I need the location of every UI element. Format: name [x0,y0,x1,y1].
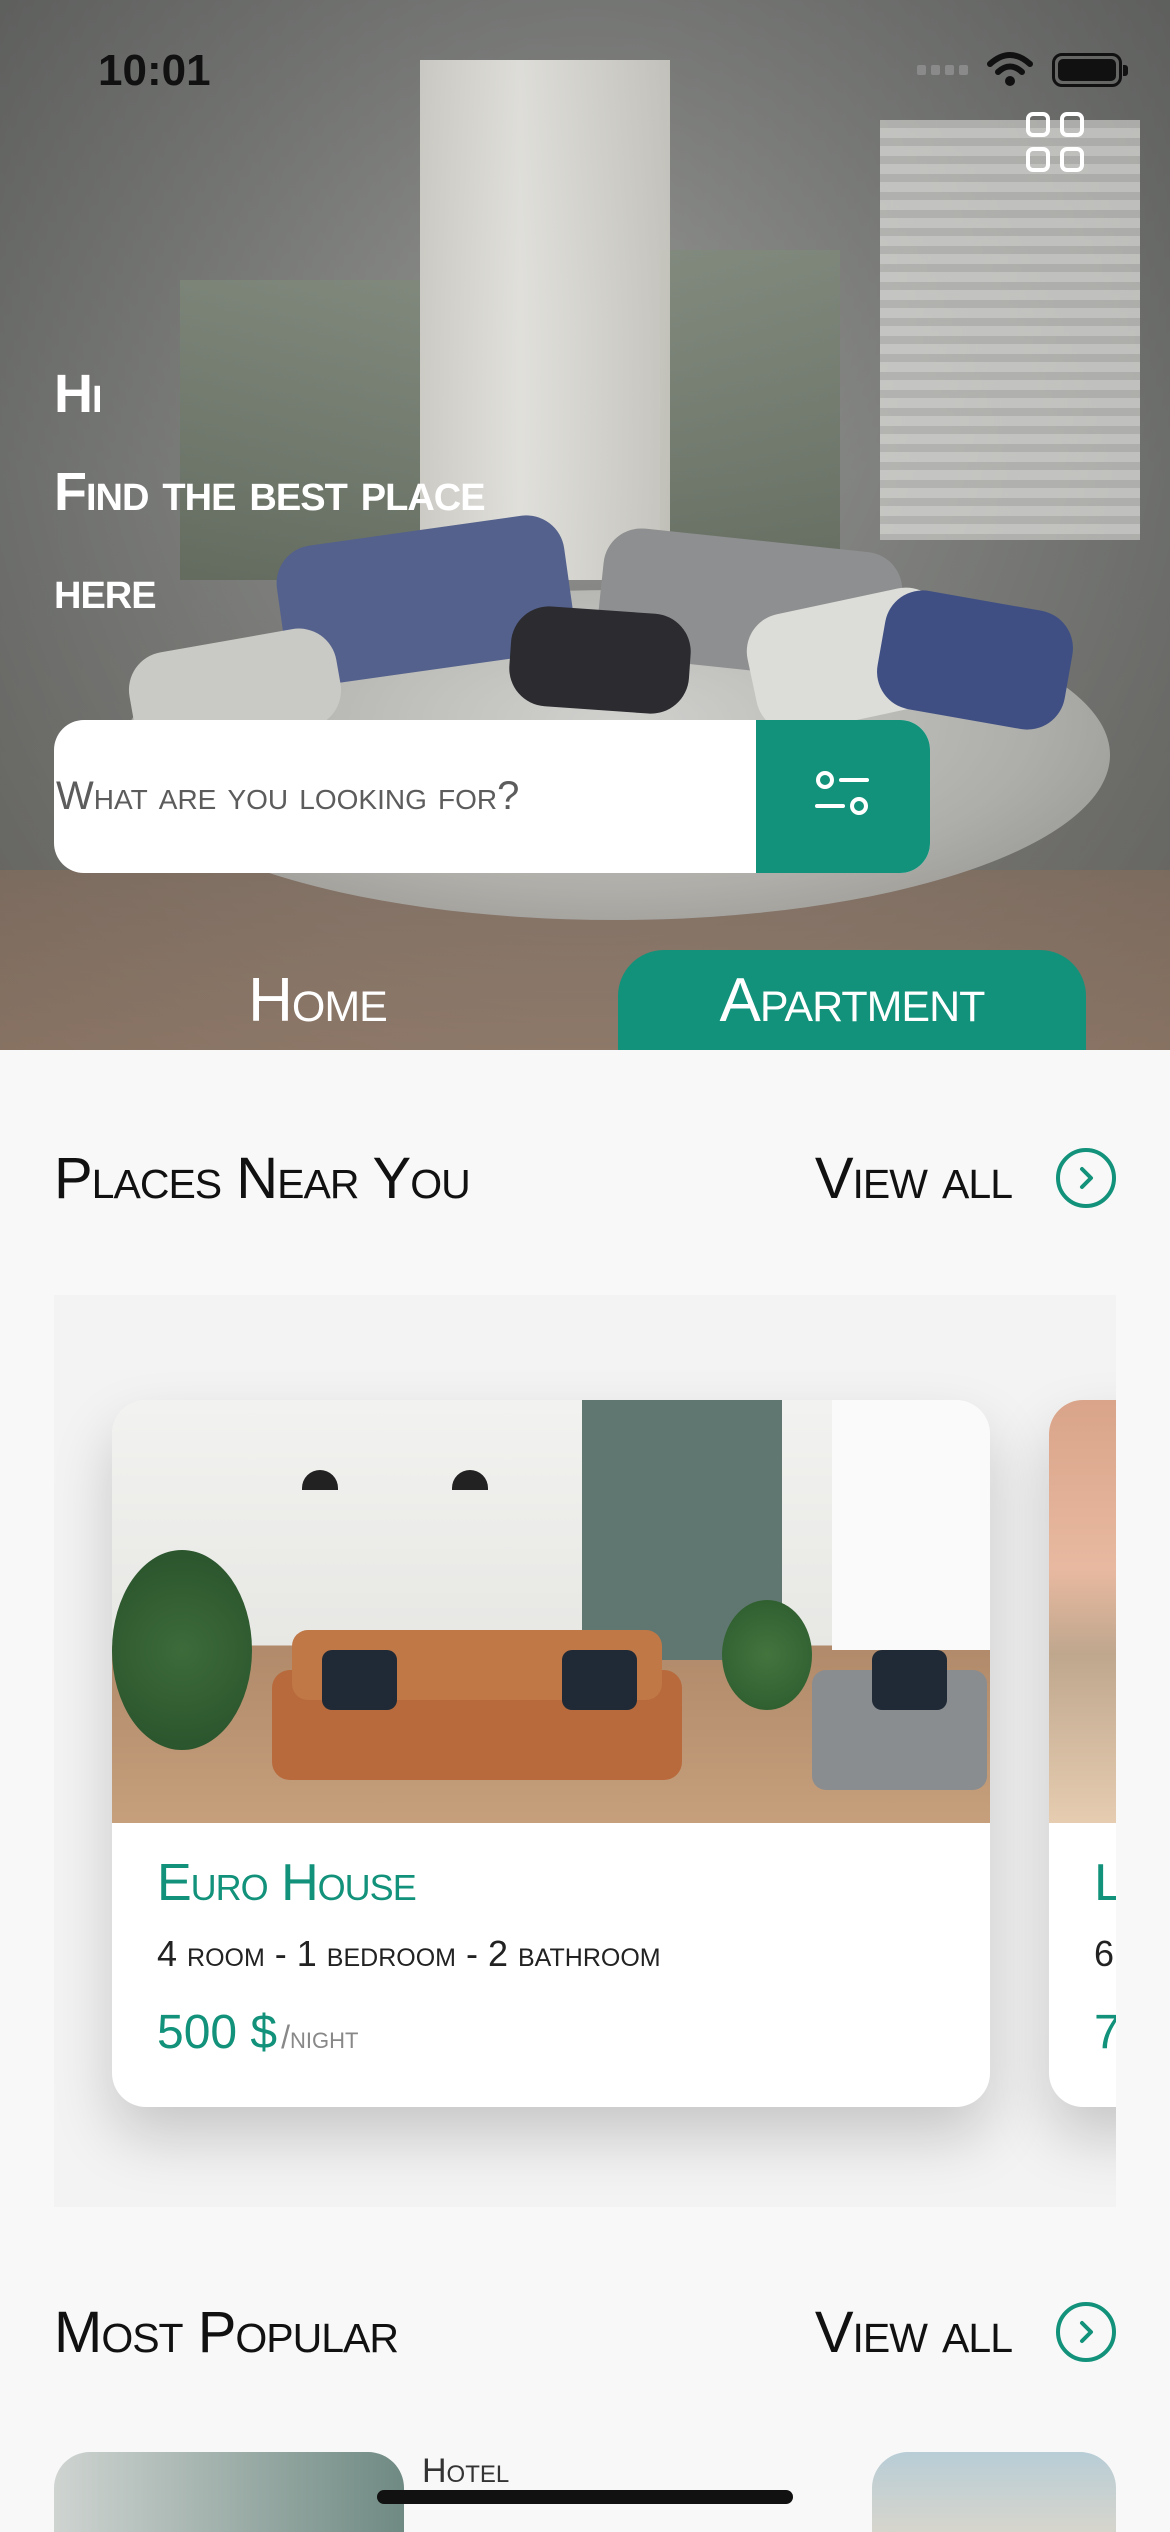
section-title: Places Near You [54,1145,471,1211]
place-card[interactable]: Euro House 4 room - 1 bedroom - 2 bathro… [112,1400,990,2107]
filter-button[interactable] [756,720,930,873]
category-tabs: Home Apartment [0,950,1170,1050]
places-near-you-header: Places Near You View all [54,1138,1116,1218]
place-card[interactable]: L 6 7 [1049,1400,1116,2107]
place-photo [112,1400,990,1823]
status-time: 10:01 [98,46,211,95]
place-photo [1049,1400,1116,1823]
view-all-button[interactable]: View all [815,2299,1116,2366]
view-all-label: View all [814,2299,1013,2365]
search-bar [54,720,930,873]
battery-icon [1052,53,1128,87]
most-popular-header: Most Popular View all [54,2292,1116,2372]
popular-item-label: Hotel [422,2452,510,2490]
tab-apartment[interactable]: Apartment [618,950,1086,1050]
signal-icon [917,65,968,75]
greeting-line: Find the best place [54,462,486,522]
chevron-right-icon [1056,2302,1116,2362]
place-specs: 6 [1094,1933,1115,1974]
section-title: Most Popular [54,2299,399,2365]
place-specs: 4 room - 1 bedroom - 2 bathroom [157,1933,661,1974]
price-unit: /night [281,2019,359,2055]
filter-icon [815,771,869,815]
greeting-line: here [54,560,157,620]
place-title: L [1094,1853,1116,1913]
grid-icon[interactable] [1026,112,1086,172]
search-input[interactable] [54,720,754,873]
greeting: Hi Find the best place here [54,345,486,639]
view-all-button[interactable]: View all [815,1145,1116,1212]
place-price: 7 [1094,2005,1116,2060]
wifi-icon [987,52,1033,86]
popular-thumbnail[interactable] [872,2452,1116,2532]
status-icons [917,52,1128,88]
popular-thumbnail[interactable] [54,2452,404,2532]
view-all-label: View all [814,1145,1013,1211]
home-indicator[interactable] [377,2490,793,2504]
price-value: 500 $ [157,2006,278,2059]
price-value: 7 [1094,2006,1116,2059]
chevron-right-icon [1056,1148,1116,1208]
place-title: Euro House [157,1854,417,1912]
places-carousel[interactable]: Euro House 4 room - 1 bedroom - 2 bathro… [54,1295,1116,2207]
greeting-line: Hi [54,364,103,424]
place-price: 500 $ /night [157,2005,970,2060]
tab-home[interactable]: Home [160,950,475,1050]
